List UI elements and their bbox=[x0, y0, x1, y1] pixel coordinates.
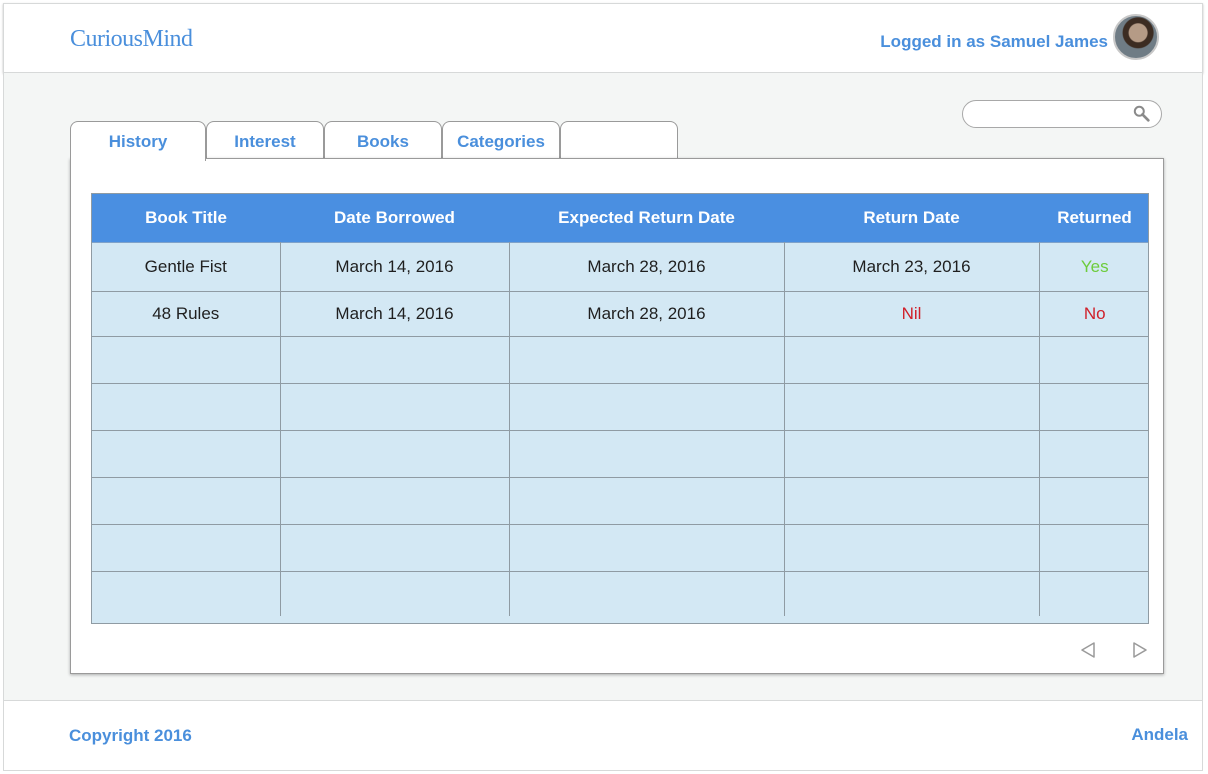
tab-interest[interactable]: Interest bbox=[206, 121, 324, 159]
returned-status-cell bbox=[1039, 524, 1148, 572]
tab-categories[interactable]: Categories bbox=[442, 121, 560, 159]
book-title-cell bbox=[92, 336, 281, 384]
returned-status-cell bbox=[1039, 430, 1148, 478]
column-header-date-borrowed[interactable]: Date Borrowed bbox=[280, 194, 509, 243]
date-borrowed-cell bbox=[280, 383, 510, 431]
user-avatar[interactable] bbox=[1113, 14, 1159, 60]
return-date-cell bbox=[784, 524, 1040, 572]
history-table: Book Title Date Borrowed Expected Return… bbox=[91, 193, 1149, 624]
book-title-cell: 48 Rules bbox=[92, 291, 281, 337]
column-header-expected-return-date[interactable]: Expected Return Date bbox=[509, 194, 784, 243]
returned-status-cell: No bbox=[1039, 291, 1148, 337]
book-title-cell bbox=[92, 524, 281, 572]
table-row[interactable] bbox=[92, 571, 1148, 616]
book-title-cell bbox=[92, 477, 281, 525]
expected-return-date-cell bbox=[509, 477, 785, 525]
book-title-cell bbox=[92, 571, 281, 616]
footer-bar: Copyright 2016 Andela bbox=[3, 700, 1203, 771]
table-row[interactable] bbox=[92, 383, 1148, 431]
table-row[interactable] bbox=[92, 430, 1148, 478]
table-row[interactable]: Gentle Fist March 14, 2016 March 28, 201… bbox=[92, 242, 1148, 292]
search-input[interactable] bbox=[962, 100, 1162, 128]
expected-return-date-cell bbox=[509, 524, 785, 572]
main-area: History Interest Books Categories Book T… bbox=[3, 73, 1203, 700]
return-date-cell bbox=[784, 477, 1040, 525]
app-logo[interactable]: CuriousMind bbox=[70, 26, 193, 53]
date-borrowed-cell bbox=[280, 524, 510, 572]
book-title-cell bbox=[92, 383, 281, 431]
return-date-cell bbox=[784, 571, 1040, 616]
triangle-left-icon[interactable] bbox=[1081, 642, 1095, 658]
expected-return-date-cell bbox=[509, 336, 785, 384]
return-date-cell bbox=[784, 383, 1040, 431]
return-date-cell bbox=[784, 336, 1040, 384]
date-borrowed-cell bbox=[280, 571, 510, 616]
expected-return-date-cell: March 28, 2016 bbox=[509, 242, 785, 292]
logged-in-label: Logged in as Samuel James bbox=[880, 32, 1108, 51]
table-row[interactable] bbox=[92, 524, 1148, 572]
history-panel: Book Title Date Borrowed Expected Return… bbox=[70, 158, 1164, 674]
returned-status-cell bbox=[1039, 383, 1148, 431]
return-date-cell: March 23, 2016 bbox=[784, 242, 1040, 292]
expected-return-date-cell bbox=[509, 571, 785, 616]
returned-status-cell bbox=[1039, 571, 1148, 616]
book-title-cell bbox=[92, 430, 281, 478]
date-borrowed-cell: March 14, 2016 bbox=[280, 242, 510, 292]
tab-empty[interactable] bbox=[560, 121, 678, 159]
expected-return-date-cell bbox=[509, 430, 785, 478]
tab-books[interactable]: Books bbox=[324, 121, 442, 159]
returned-status-cell: Yes bbox=[1039, 242, 1148, 292]
table-header-row: Book Title Date Borrowed Expected Return… bbox=[92, 194, 1148, 243]
column-header-returned[interactable]: Returned bbox=[1039, 194, 1148, 243]
return-date-cell bbox=[784, 430, 1040, 478]
date-borrowed-cell bbox=[280, 430, 510, 478]
table-row[interactable] bbox=[92, 477, 1148, 525]
expected-return-date-cell bbox=[509, 383, 785, 431]
footer-brand-link[interactable]: Andela bbox=[1131, 725, 1188, 745]
search-icon[interactable] bbox=[1133, 105, 1151, 123]
header-bar: CuriousMind Logged in as Samuel James bbox=[3, 3, 1203, 73]
column-header-return-date[interactable]: Return Date bbox=[784, 194, 1039, 243]
table-row[interactable] bbox=[92, 336, 1148, 384]
date-borrowed-cell bbox=[280, 336, 510, 384]
table-row[interactable]: 48 Rules March 14, 2016 March 28, 2016 N… bbox=[92, 291, 1148, 337]
returned-status-cell bbox=[1039, 336, 1148, 384]
date-borrowed-cell bbox=[280, 477, 510, 525]
column-header-book-title[interactable]: Book Title bbox=[92, 194, 280, 243]
tab-history[interactable]: History bbox=[70, 121, 206, 161]
returned-status-cell bbox=[1039, 477, 1148, 525]
triangle-right-icon[interactable] bbox=[1133, 642, 1147, 658]
date-borrowed-cell: March 14, 2016 bbox=[280, 291, 510, 337]
copyright-text: Copyright 2016 bbox=[69, 726, 192, 745]
book-title-cell: Gentle Fist bbox=[92, 242, 281, 292]
return-date-cell: Nil bbox=[784, 291, 1040, 337]
expected-return-date-cell: March 28, 2016 bbox=[509, 291, 785, 337]
